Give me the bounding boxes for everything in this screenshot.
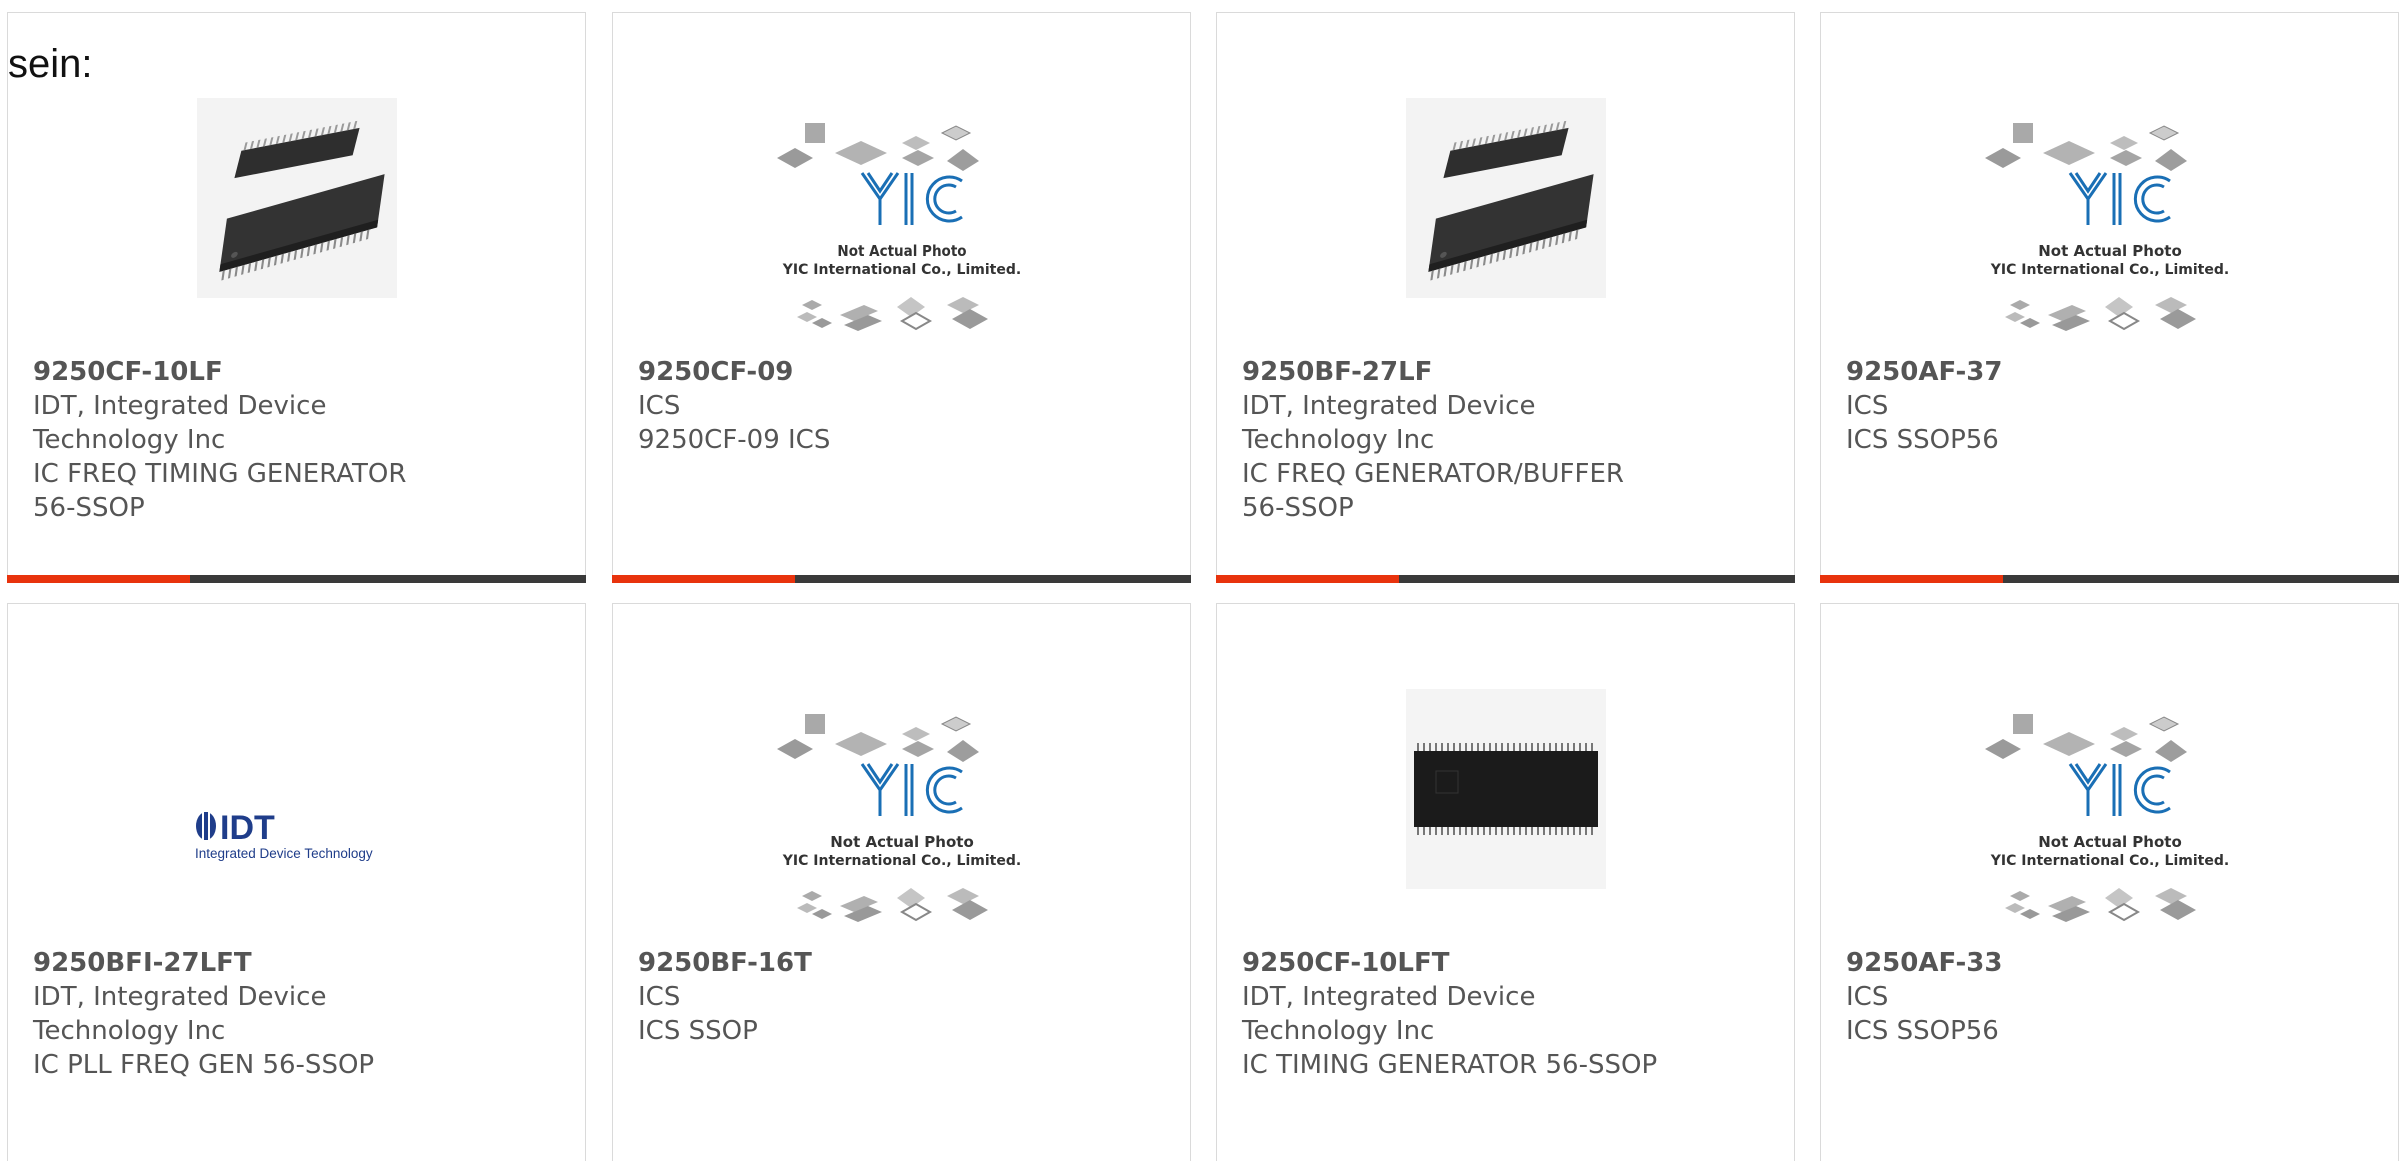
product-info: 9250AF-37 ICS ICS SSOP56 — [1846, 355, 2266, 457]
placeholder-caption: Not Actual Photo — [2038, 242, 2182, 260]
manufacturer-line: Technology Inc — [1242, 1016, 1435, 1046]
product-card[interactable]: 9250CF-10LFT IDT, Integrated Device Tech… — [1216, 603, 1795, 1161]
product-image[interactable] — [1217, 664, 1794, 944]
product-info: 9250AF-33 ICS ICS SSOP56 — [1846, 946, 2266, 1048]
manufacturer-line: Technology Inc — [1242, 425, 1435, 455]
product-info: 9250CF-10LF IDT, Integrated Device Techn… — [33, 355, 453, 525]
ssop-chip-photo — [1405, 98, 1606, 298]
placeholder-caption: YIC International Co., Limited. — [1989, 853, 2228, 869]
product-card[interactable]: Not Actual Photo YIC International Co., … — [612, 603, 1191, 1161]
manufacturer-line: ICS — [638, 391, 681, 421]
product-image[interactable]: Not Actual Photo YIC International Co., … — [613, 73, 1190, 353]
part-number-link[interactable]: 9250BF-27LF — [1242, 355, 1662, 389]
product-card[interactable]: 9250CF-10LF IDT, Integrated Device Techn… — [7, 12, 586, 583]
placeholder-caption: YIC International Co., Limited. — [1989, 262, 2228, 278]
product-card[interactable]: 9250BF-27LF IDT, Integrated Device Techn… — [1216, 12, 1795, 583]
product-card[interactable]: Not Actual Photo YIC International Co., … — [1820, 603, 2399, 1161]
manufacturer-line: ICS — [638, 982, 681, 1012]
part-number-link[interactable]: 9250BFI-27LFT — [33, 946, 453, 980]
description-line: ICS SSOP — [638, 1016, 758, 1046]
yic-placeholder-image: Not Actual Photo YIC International Co., … — [1984, 122, 2229, 332]
manufacturer-line: ICS — [1846, 982, 1889, 1012]
yic-placeholder-image: Not Actual Photo YIC International Co., … — [776, 122, 1021, 332]
idt-logo-word: IDT — [220, 809, 275, 847]
product-card[interactable]: Not Actual Photo YIC International Co., … — [1820, 12, 2399, 583]
product-image[interactable]: Not Actual Photo YIC International Co., … — [1821, 664, 2398, 944]
intro-text: sein: — [8, 42, 93, 86]
part-number-link[interactable]: 9250CF-10LF — [33, 355, 453, 389]
product-image[interactable]: IDT Integrated Device Technology — [8, 664, 585, 944]
description-line: 56-SSOP — [33, 493, 145, 523]
card-bottom-bar — [7, 575, 586, 583]
product-image[interactable]: Not Actual Photo YIC International Co., … — [613, 664, 1190, 944]
manufacturer-line: IDT, Integrated Device — [33, 982, 327, 1012]
description-line: ICS SSOP56 — [1846, 425, 1999, 455]
description-line: IC PLL FREQ GEN 56-SSOP — [33, 1050, 375, 1080]
product-info: 9250BF-27LF IDT, Integrated Device Techn… — [1242, 355, 1662, 525]
manufacturer-line: IDT, Integrated Device — [1242, 982, 1536, 1012]
description-line: 9250CF-09 ICS — [638, 425, 831, 455]
description-line: IC FREQ GENERATOR/BUFFER — [1242, 459, 1624, 489]
card-accent-bar — [612, 575, 795, 583]
product-image[interactable] — [8, 73, 585, 353]
manufacturer-line: IDT, Integrated Device — [33, 391, 327, 421]
manufacturer-line: Technology Inc — [33, 1016, 226, 1046]
idt-logo: IDT Integrated Device Technology — [195, 809, 373, 861]
manufacturer-line: Technology Inc — [33, 425, 226, 455]
product-info: 9250BF-16T ICS ICS SSOP — [638, 946, 1058, 1048]
product-image[interactable]: Not Actual Photo YIC International Co., … — [1821, 73, 2398, 353]
card-accent-bar — [1820, 575, 2003, 583]
description-line: IC TIMING GENERATOR 56-SSOP — [1242, 1050, 1658, 1080]
ssop-chip-photo — [196, 98, 397, 298]
manufacturer-line: IDT, Integrated Device — [1242, 391, 1536, 421]
product-card[interactable]: Not Actual Photo YIC International Co., … — [612, 12, 1191, 583]
placeholder-caption: Not Actual Photo — [837, 242, 966, 260]
part-number-link[interactable]: 9250BF-16T — [638, 946, 1058, 980]
idt-logo-tagline: Integrated Device Technology — [195, 846, 373, 861]
card-accent-bar — [7, 575, 190, 583]
placeholder-caption: Not Actual Photo — [2038, 833, 2182, 851]
placeholder-caption: Not Actual Photo — [830, 833, 974, 851]
yic-placeholder-image: Not Actual Photo YIC International Co., … — [776, 713, 1021, 923]
card-accent-bar — [1216, 575, 1399, 583]
product-info: 9250BFI-27LFT IDT, Integrated Device Tec… — [33, 946, 453, 1082]
manufacturer-line: ICS — [1846, 391, 1889, 421]
chip-top-photo — [1405, 689, 1606, 889]
description-line: IC FREQ TIMING GENERATOR — [33, 459, 407, 489]
product-info: 9250CF-10LFT IDT, Integrated Device Tech… — [1242, 946, 1662, 1082]
placeholder-caption: YIC International Co., Limited. — [781, 262, 1020, 278]
product-image[interactable] — [1217, 73, 1794, 353]
card-bottom-bar — [1820, 575, 2399, 583]
part-number-link[interactable]: 9250CF-09 — [638, 355, 1058, 389]
card-bottom-bar — [1216, 575, 1795, 583]
description-line: 56-SSOP — [1242, 493, 1354, 523]
product-grid-page: sein: 9250CF-10LF IDT, Integrated Device… — [0, 0, 2400, 1161]
placeholder-caption: YIC International Co., Limited. — [781, 853, 1020, 869]
product-card[interactable]: IDT Integrated Device Technology 9250BFI… — [7, 603, 586, 1161]
part-number-link[interactable]: 9250AF-37 — [1846, 355, 2266, 389]
part-number-link[interactable]: 9250CF-10LFT — [1242, 946, 1662, 980]
product-info: 9250CF-09 ICS 9250CF-09 ICS — [638, 355, 1058, 457]
card-bottom-bar — [612, 575, 1191, 583]
description-line: ICS SSOP56 — [1846, 1016, 1999, 1046]
yic-placeholder-image: Not Actual Photo YIC International Co., … — [1984, 713, 2229, 923]
part-number-link[interactable]: 9250AF-33 — [1846, 946, 2266, 980]
